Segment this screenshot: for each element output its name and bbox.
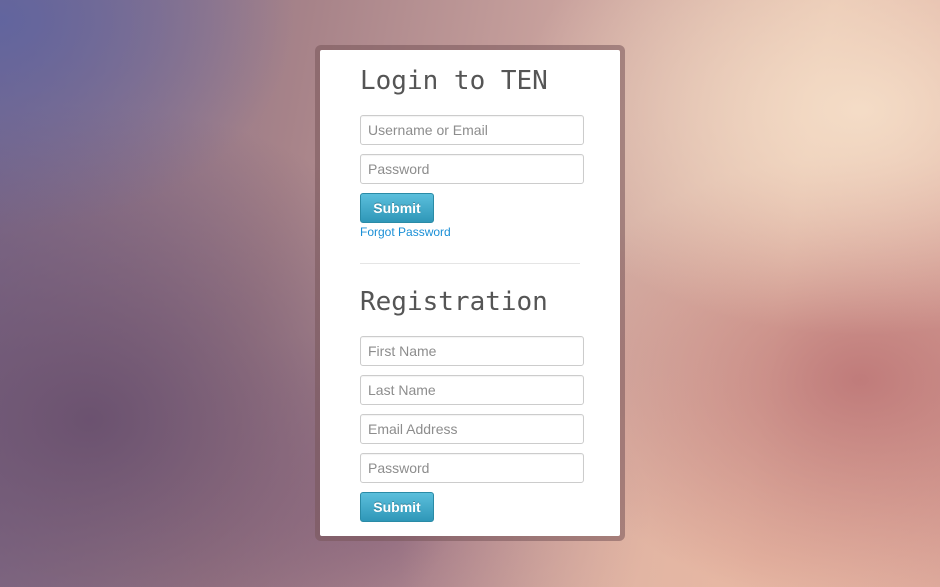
auth-card-frame: Login to TEN Submit Forgot Password Regi…: [315, 45, 625, 541]
registration-submit-button[interactable]: Submit: [360, 492, 434, 522]
login-username-input[interactable]: [360, 115, 584, 145]
login-title: Login to TEN: [360, 66, 548, 96]
forgot-password-link[interactable]: Forgot Password: [360, 225, 451, 239]
registration-first-name-input[interactable]: [360, 336, 584, 366]
auth-card: Login to TEN Submit Forgot Password Regi…: [320, 50, 620, 536]
registration-last-name-input[interactable]: [360, 375, 584, 405]
registration-email-input[interactable]: [360, 414, 584, 444]
registration-title: Registration: [360, 287, 548, 317]
registration-password-input[interactable]: [360, 453, 584, 483]
login-submit-button[interactable]: Submit: [360, 193, 434, 223]
login-password-input[interactable]: [360, 154, 584, 184]
section-divider: [360, 263, 580, 264]
